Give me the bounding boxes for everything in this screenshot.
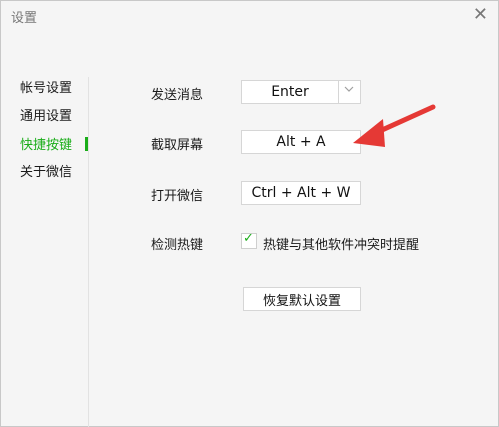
conflict-reminder-checkbox[interactable]: ✓ (241, 231, 257, 249)
sidebar-item-general[interactable]: 通用设置 (20, 105, 72, 124)
conflict-reminder-label[interactable]: 热键与其他软件冲突时提醒 (263, 234, 419, 253)
open-wechat-hotkey-field[interactable]: Ctrl + Alt + W (241, 181, 361, 205)
sidebar-item-about[interactable]: 关于微信 (20, 161, 72, 180)
detect-hotkeys-label: 检测热键 (151, 238, 204, 253)
settings-window: 设置 ✕ 帐号设置 通用设置 快捷按键 关于微信 发送消息 Enter 截取屏幕… (0, 0, 499, 427)
window-title: 设置 (11, 11, 38, 26)
sidebar-item-account[interactable]: 帐号设置 (20, 77, 72, 96)
chevron-down-icon[interactable] (341, 83, 357, 99)
send-message-label: 发送消息 (151, 88, 204, 103)
sidebar-item-shortcuts[interactable]: 快捷按键 (20, 134, 72, 153)
open-wechat-label: 打开微信 (151, 189, 204, 204)
check-icon: ✓ (243, 231, 254, 246)
screenshot-label: 截取屏幕 (151, 138, 204, 153)
close-icon[interactable]: ✕ (473, 4, 488, 25)
dropdown-separator (338, 81, 339, 103)
send-message-value: Enter (271, 84, 309, 100)
reset-default-button[interactable]: 恢复默认设置 (243, 287, 361, 311)
annotation-arrow-icon (353, 104, 436, 147)
sidebar-divider (88, 77, 89, 427)
